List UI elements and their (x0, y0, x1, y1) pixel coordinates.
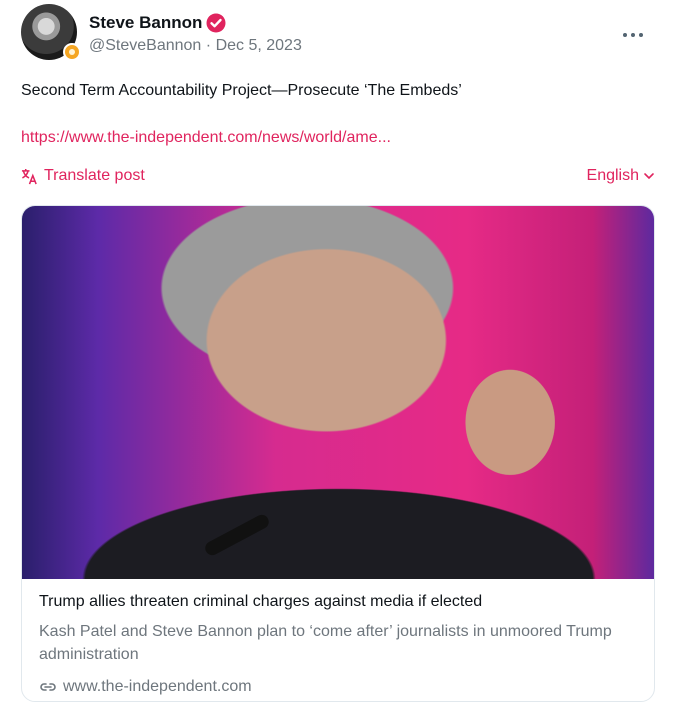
verified-icon (206, 13, 226, 33)
card-image (22, 206, 654, 579)
card-description: Kash Patel and Steve Bannon plan to ‘com… (39, 623, 612, 663)
translate-icon (21, 168, 37, 184)
post-link[interactable]: https://www.the-independent.com/news/wor… (21, 129, 391, 147)
language-label: English (586, 167, 639, 184)
badge-icon (63, 43, 81, 61)
microphone-shape (202, 512, 272, 558)
card-domain-label: www.the-independent.com (63, 678, 252, 695)
author-meta: @SteveBannon · Dec 5, 2023 (89, 37, 302, 55)
more-dot-icon (631, 33, 635, 37)
link-preview-card[interactable]: Trump allies threaten criminal charges a… (21, 205, 655, 702)
translate-label: Translate post (44, 167, 145, 184)
post-date[interactable]: Dec 5, 2023 (216, 37, 302, 54)
card-domain: www.the-independent.com (39, 678, 252, 696)
card-title: Trump allies threaten criminal charges a… (39, 593, 483, 610)
more-dot-icon (639, 33, 643, 37)
language-select[interactable]: English (587, 167, 655, 185)
more-options-button[interactable] (618, 20, 648, 50)
author-display-name[interactable]: Steve Bannon (89, 13, 202, 33)
chevron-down-icon (644, 173, 654, 180)
post-container: Steve Bannon @SteveBannon · Dec 5, 2023 … (0, 0, 677, 714)
author-handle[interactable]: @SteveBannon (89, 37, 201, 54)
post-text: Second Term Accountability Project—Prose… (21, 82, 462, 99)
link-icon (40, 683, 56, 691)
translate-post-button[interactable]: Translate post (21, 167, 145, 185)
more-dot-icon (623, 33, 627, 37)
meta-separator: · (205, 37, 212, 54)
